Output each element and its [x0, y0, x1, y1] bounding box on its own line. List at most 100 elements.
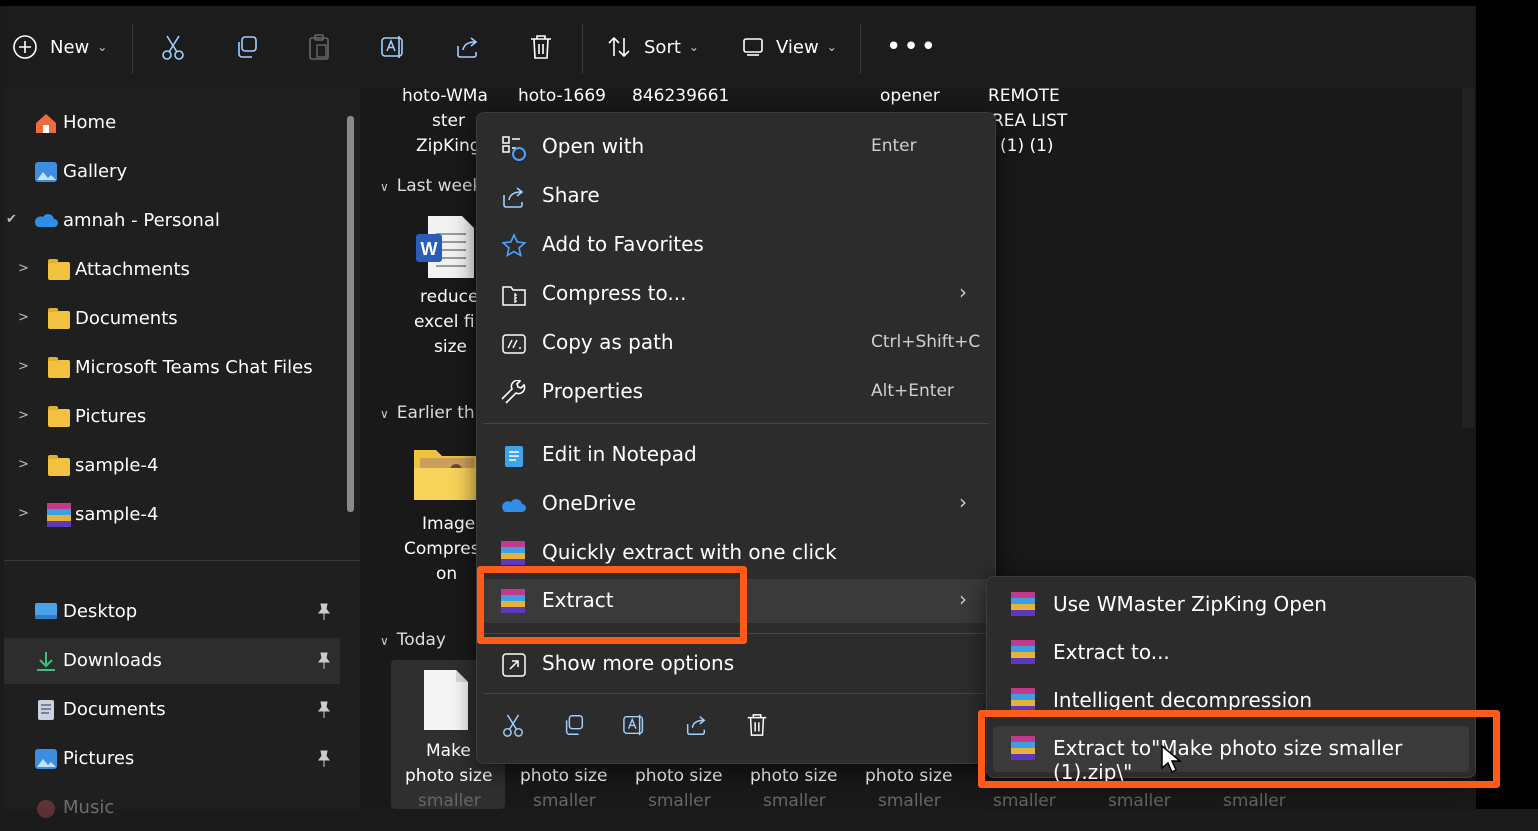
- submenu-item-use-zipking-open[interactable]: Use WMaster ZipKing Open: [993, 582, 1469, 628]
- archive-icon: [1011, 640, 1037, 666]
- file-name-fragment[interactable]: opener: [880, 84, 940, 109]
- chevron-right-icon[interactable]: >: [18, 457, 29, 472]
- word-document-icon[interactable]: W: [414, 214, 476, 280]
- submenu-item-extract-to[interactable]: Extract to...: [993, 630, 1469, 676]
- sidebar-item-onedrive[interactable]: ✔ amnah - Personal: [4, 198, 340, 244]
- cut-button[interactable]: [160, 28, 186, 66]
- new-button[interactable]: New ⌄: [12, 28, 107, 66]
- quick-access-documents[interactable]: Documents: [4, 687, 340, 733]
- file-name-fragment[interactable]: photo size: [750, 764, 837, 789]
- menu-item-edit-in-notepad[interactable]: Edit in Notepad: [483, 433, 989, 477]
- delete-button[interactable]: [528, 28, 554, 66]
- pin-icon[interactable]: [316, 750, 332, 768]
- file-name-fragment[interactable]: hoto-1669: [518, 84, 606, 109]
- chevron-right-icon[interactable]: >: [18, 359, 29, 374]
- file-name-fragment[interactable]: smaller: [993, 789, 1056, 814]
- sidebar-item-sample-4-archive[interactable]: > sample-4: [4, 492, 340, 538]
- quick-access-music[interactable]: Music: [4, 785, 340, 831]
- menu-item-onedrive[interactable]: OneDrive ›: [483, 482, 989, 526]
- view-button[interactable]: View ⌄: [742, 28, 837, 66]
- quick-rename-button[interactable]: [617, 707, 653, 743]
- file-name-fragment[interactable]: smaller: [878, 789, 941, 814]
- menu-item-copy-as-path[interactable]: Copy as path Ctrl+Shift+C: [483, 321, 989, 365]
- group-header-earlier[interactable]: ∨ Earlier this: [380, 403, 488, 423]
- file-name-fragment[interactable]: smaller: [418, 789, 481, 814]
- paste-button[interactable]: [306, 28, 332, 66]
- pin-icon[interactable]: [316, 701, 332, 719]
- file-name-fragment[interactable]: REA LIST: [992, 109, 1067, 134]
- file-name-fragment[interactable]: photo size: [520, 764, 607, 789]
- file-name-fragment[interactable]: Image: [422, 512, 475, 537]
- menu-item-add-to-favorites[interactable]: Add to Favorites: [483, 223, 989, 267]
- file-name-fragment[interactable]: photo size: [635, 764, 722, 789]
- menu-item-quick-extract[interactable]: Quickly extract with one click: [483, 531, 989, 575]
- share-button[interactable]: [454, 28, 480, 66]
- quick-access-desktop[interactable]: Desktop: [4, 589, 340, 635]
- quick-delete-button[interactable]: [739, 707, 775, 743]
- pin-icon[interactable]: [316, 652, 332, 670]
- sidebar-item-attachments[interactable]: > Attachments: [4, 247, 340, 293]
- folder-image-icon[interactable]: [412, 444, 478, 502]
- sidebar-item-documents[interactable]: > Documents: [4, 296, 340, 342]
- file-name-fragment[interactable]: smaller: [1223, 789, 1286, 814]
- trash-icon: [747, 714, 767, 736]
- menu-item-label: OneDrive: [542, 491, 637, 515]
- file-name-fragment[interactable]: on: [436, 562, 457, 587]
- wrench-icon: [501, 380, 526, 404]
- file-name-fragment[interactable]: Make: [426, 739, 471, 764]
- copy-button[interactable]: [234, 28, 260, 66]
- quick-access-pictures[interactable]: Pictures: [4, 736, 340, 782]
- chevron-right-icon: ›: [959, 280, 967, 304]
- command-bar: New ⌄ Sort ⌄ View ⌄ •••: [4, 6, 1476, 88]
- menu-item-extract[interactable]: Extract ›: [483, 579, 989, 623]
- file-name-fragment[interactable]: size: [434, 335, 467, 360]
- menu-item-compress-to[interactable]: Compress to... ›: [483, 272, 989, 316]
- file-name-fragment[interactable]: Compres: [404, 537, 480, 562]
- sidebar-item-teams-chat-files[interactable]: > Microsoft Teams Chat Files: [4, 345, 340, 391]
- sort-button[interactable]: Sort ⌄: [606, 28, 699, 66]
- quick-access-downloads[interactable]: Downloads: [4, 638, 340, 684]
- quick-share-button[interactable]: [678, 707, 714, 743]
- file-name-fragment[interactable]: 846239661: [632, 84, 729, 109]
- pin-icon[interactable]: [316, 603, 332, 621]
- chevron-right-icon[interactable]: >: [18, 261, 29, 276]
- chevron-right-icon[interactable]: >: [18, 408, 29, 423]
- more-options-button[interactable]: •••: [886, 28, 938, 66]
- file-name-fragment[interactable]: photo size: [865, 764, 952, 789]
- file-name-fragment[interactable]: hoto-WMa: [402, 84, 488, 109]
- menu-separator: [483, 423, 989, 424]
- file-name-fragment[interactable]: ZipKing: [416, 134, 481, 159]
- chevron-right-icon[interactable]: >: [18, 310, 29, 325]
- submenu-item-extract-to-named-folder[interactable]: Extract to"Make photo size smaller (1).z…: [993, 726, 1469, 784]
- file-name-fragment[interactable]: (1) (1): [1000, 134, 1054, 159]
- sidebar-item-gallery[interactable]: Gallery: [4, 149, 340, 195]
- file-name-fragment[interactable]: smaller: [648, 789, 711, 814]
- submenu-item-intelligent-decompression[interactable]: Intelligent decompression: [993, 678, 1469, 724]
- file-name-fragment[interactable]: smaller: [1108, 789, 1171, 814]
- menu-item-open-with[interactable]: Open with Enter: [483, 125, 989, 169]
- menu-item-share[interactable]: Share: [483, 174, 989, 218]
- sidebar-item-pictures[interactable]: > Pictures: [4, 394, 340, 440]
- rename-button[interactable]: [380, 28, 408, 66]
- file-name-fragment[interactable]: excel fil: [414, 310, 479, 335]
- file-name-fragment[interactable]: ster: [432, 109, 465, 134]
- menu-item-properties[interactable]: Properties Alt+Enter: [483, 370, 989, 414]
- file-name-fragment[interactable]: reduce: [420, 285, 478, 310]
- toolbar-divider: [860, 24, 861, 74]
- quick-copy-button[interactable]: [556, 707, 592, 743]
- group-header-last-week[interactable]: ∨ Last week: [380, 176, 482, 196]
- sidebar-item-home[interactable]: Home: [4, 100, 340, 146]
- sidebar-scrollbar[interactable]: [347, 116, 354, 512]
- menu-item-show-more-options[interactable]: Show more options: [483, 642, 989, 686]
- chevron-right-icon[interactable]: >: [18, 506, 29, 521]
- file-name-fragment[interactable]: smaller: [763, 789, 826, 814]
- group-header-today[interactable]: ∨ Today: [380, 630, 446, 650]
- screen-bezel: [1476, 0, 1538, 809]
- quick-cut-button[interactable]: [495, 707, 531, 743]
- file-area-scrollbar[interactable]: [1462, 88, 1474, 428]
- file-name-fragment[interactable]: photo size: [405, 764, 492, 789]
- open-with-icon: [502, 136, 526, 161]
- file-name-fragment[interactable]: REMOTE: [988, 84, 1060, 109]
- sidebar-item-sample-4-folder[interactable]: > sample-4: [4, 443, 340, 489]
- file-name-fragment[interactable]: smaller: [533, 789, 596, 814]
